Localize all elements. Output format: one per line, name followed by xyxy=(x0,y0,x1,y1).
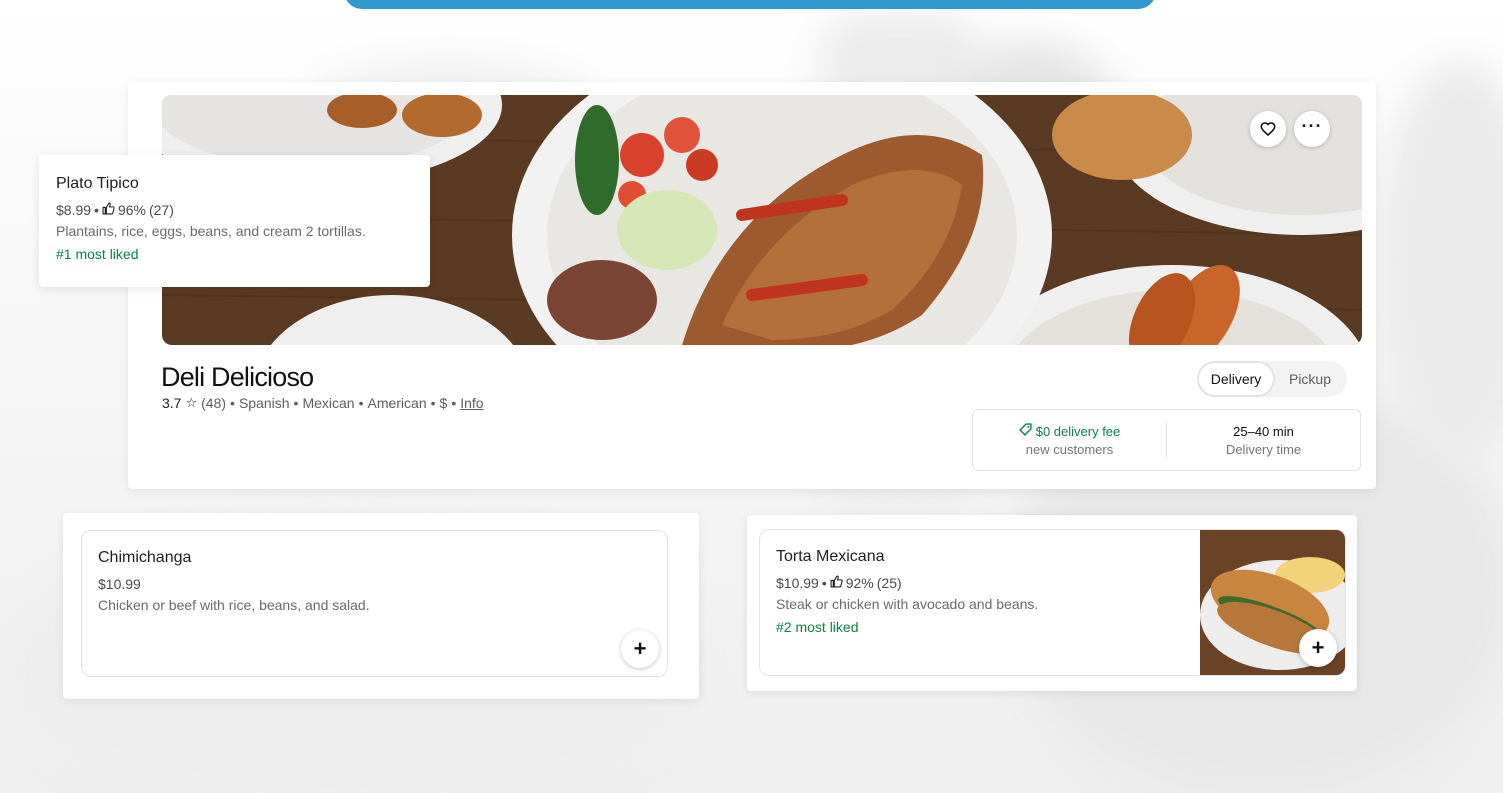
delivery-time-label: 25–40 min xyxy=(1233,423,1294,439)
store-meta-line: 3.7 ☆ (48) • Spanish • Mexican • America… xyxy=(162,395,484,411)
item-like-pct: 92% xyxy=(845,575,874,591)
menu-item-card[interactable]: Torta Mexicana $10.99 • 92% (25) Steak o… xyxy=(759,529,1346,676)
pickup-mode-button[interactable]: Pickup xyxy=(1275,361,1345,397)
delivery-fee-sub: new customers xyxy=(1025,442,1114,457)
tag-icon xyxy=(1018,423,1032,439)
delivery-time-sub: Delivery time xyxy=(1225,441,1302,457)
item-title: Plato Tipico xyxy=(56,175,139,192)
item-description: Chicken or beef with rice, beans, and sa… xyxy=(98,597,370,613)
item-like-pct: 96% xyxy=(117,202,146,218)
item-like-count: (25) xyxy=(876,575,902,591)
item-like-count: (27) xyxy=(148,202,174,218)
more-options-button[interactable]: ··· xyxy=(1294,111,1330,147)
featured-item-card[interactable]: Plato Tipico $8.99 • 96% (27) Plantains,… xyxy=(39,155,430,287)
cuisine-tag: Spanish xyxy=(238,395,290,411)
item-price-line: $8.99 • 96% (27) xyxy=(56,202,174,218)
heart-icon xyxy=(1260,121,1276,137)
delivery-time-info: 25–40 min Delivery time xyxy=(1167,410,1360,470)
item-price: $10.99 xyxy=(776,575,819,591)
store-rating-count: (48) xyxy=(201,395,227,411)
ellipsis-icon: ··· xyxy=(1301,116,1323,136)
price-tier: $ xyxy=(439,395,448,411)
top-banner-bar xyxy=(344,0,1156,9)
store-rating: 3.7 xyxy=(162,395,182,411)
thumbs-up-icon xyxy=(830,575,843,591)
delivery-mode-button[interactable]: Delivery xyxy=(1197,361,1275,397)
menu-item-container: Torta Mexicana $10.99 • 92% (25) Steak o… xyxy=(747,515,1357,691)
menu-item-container: Chimichanga $10.99 Chicken or beef with … xyxy=(63,513,699,699)
delivery-pickup-toggle: Delivery Pickup xyxy=(1197,361,1347,397)
menu-item-card[interactable]: Chimichanga $10.99 Chicken or beef with … xyxy=(81,530,668,677)
item-price: $8.99 xyxy=(56,202,92,218)
item-title: Chimichanga xyxy=(98,549,192,566)
item-rank-badge: #1 most liked xyxy=(56,246,139,262)
add-to-cart-button[interactable]: + xyxy=(621,630,659,668)
store-title: Deli Delicioso xyxy=(161,362,314,392)
store-info-link[interactable]: Info xyxy=(460,395,483,411)
star-icon: ☆ xyxy=(185,395,198,410)
cuisine-tag: Mexican xyxy=(302,395,355,411)
item-description: Plantains, rice, eggs, beans, and cream … xyxy=(56,223,366,239)
favorite-button[interactable] xyxy=(1250,111,1286,147)
delivery-fee-label: $0 delivery fee xyxy=(1035,423,1121,439)
delivery-fee-info: $0 delivery fee new customers xyxy=(973,410,1166,470)
cuisine-tag: American xyxy=(367,395,427,411)
add-to-cart-button[interactable]: + xyxy=(1299,629,1337,667)
delivery-info-box: $0 delivery fee new customers 25–40 min … xyxy=(972,409,1361,471)
thumbs-up-icon xyxy=(102,202,115,218)
item-price: $10.99 xyxy=(98,576,141,592)
